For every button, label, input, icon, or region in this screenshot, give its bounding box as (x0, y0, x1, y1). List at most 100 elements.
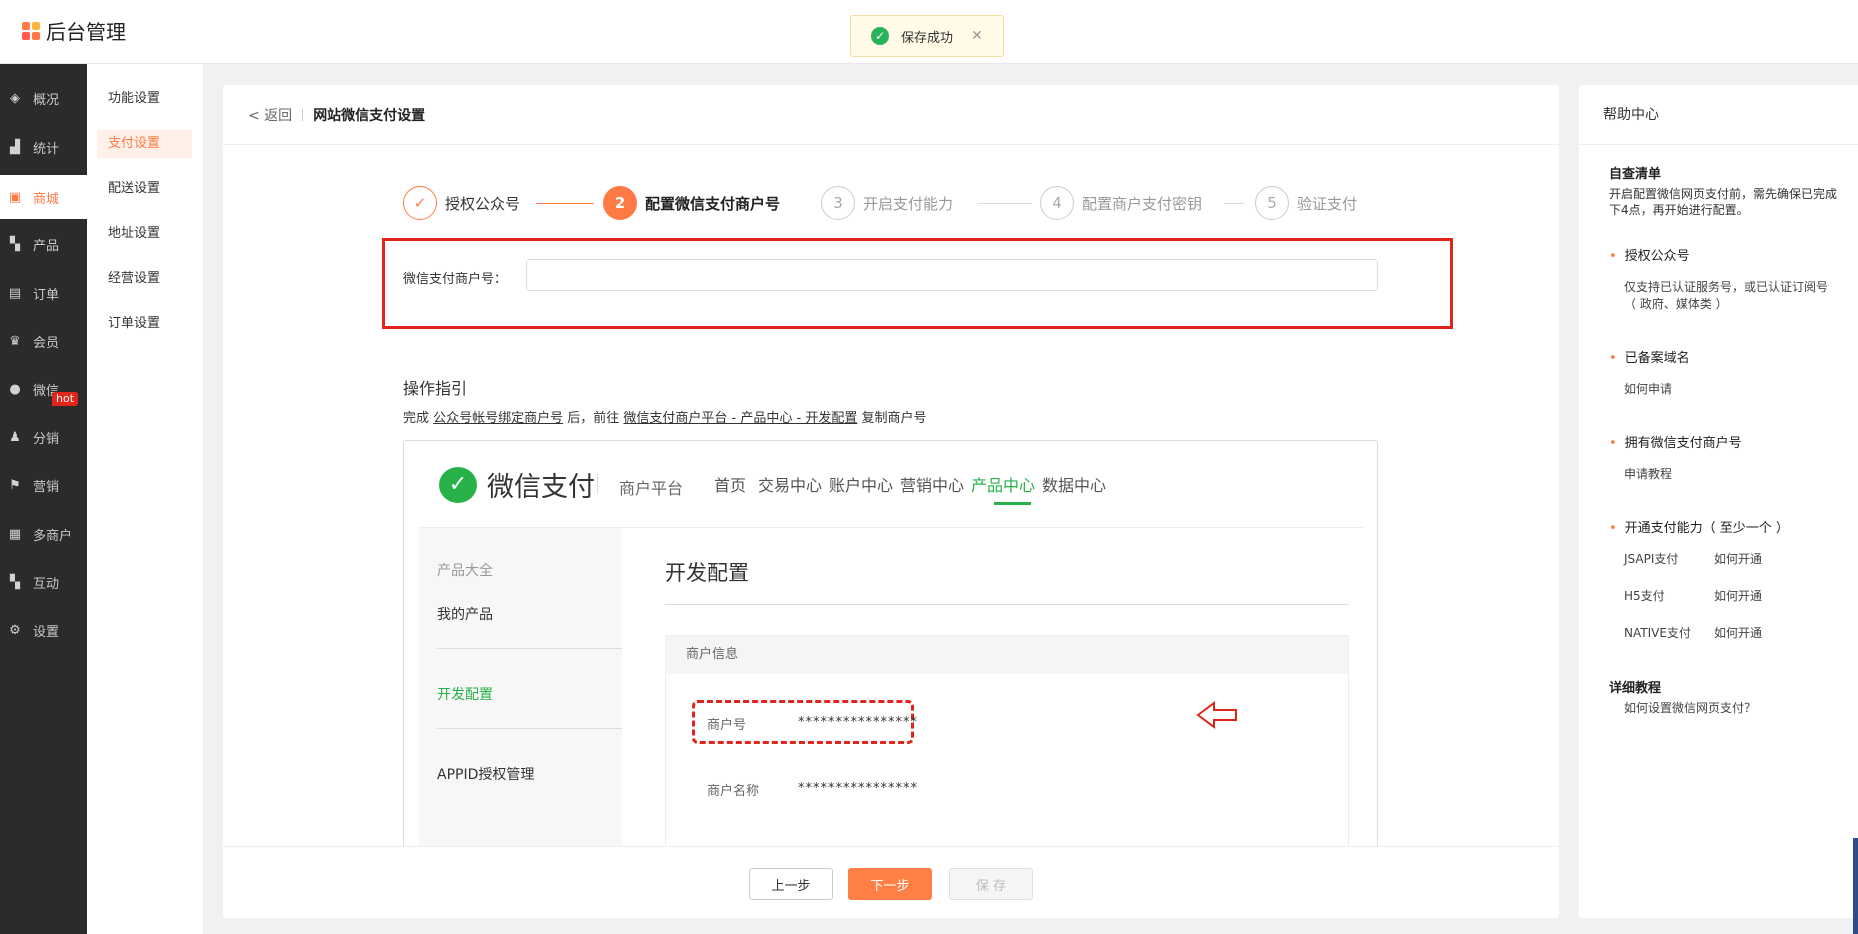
action-footer: 上一步 下一步 保 存 (223, 846, 1559, 918)
order-icon: ▤ (8, 285, 22, 301)
chart-icon: ▟ (10, 139, 20, 155)
preview-menu-item: 产品大全 (437, 563, 493, 579)
guide-title: 操作指引 (403, 379, 468, 398)
checklist-desc: 开启配置微信网页支付前，需先确保已完成 (1609, 187, 1838, 201)
step-number: 5 (1255, 186, 1289, 220)
how-to-enable-link[interactable]: 如何开通 (1714, 624, 1762, 641)
step-label: 开启支付能力 (863, 194, 954, 213)
sidebar-item-distribution[interactable]: ♟ 分销 (0, 417, 87, 457)
step-5[interactable]: 5 验证支付 (1255, 186, 1357, 220)
primary-sidebar: ◈ 概况 ▟ 统计 ▣ 商城 ▚ 产品 ▤ 订单 ♛ 会员 ● 微信 ♟ 分销 ⚑ 营销 ▦ 多商户… (0, 64, 87, 934)
sidebar-item-products[interactable]: ▚ 产品 (0, 224, 87, 264)
subnav-item-function[interactable]: 功能设置 (97, 85, 192, 113)
divider (665, 604, 1349, 605)
page-title: 网站微信支付设置 (313, 107, 426, 124)
next-step-button[interactable]: 下一步 (848, 868, 932, 900)
store-icon: ▣ (8, 189, 22, 205)
how-to-enable-link[interactable]: 如何开通 (1714, 550, 1762, 567)
grid-icon: ▚ (10, 236, 20, 252)
merchant-icon: ▦ (8, 526, 22, 542)
help-item-authorize: 授权公众号 (1609, 245, 1690, 264)
help-title: 帮助中心 (1579, 85, 1858, 145)
preview-nav-marketing: 营销中心 (900, 476, 965, 495)
step-connector (978, 203, 1032, 204)
sidebar-item-interaction[interactable]: ▚ 互动 (0, 562, 87, 602)
help-item-pay-ability: 开通支付能力（ 至少一个 ） (1609, 517, 1789, 536)
sidebar-item-settings[interactable]: ⚙ 设置 (0, 610, 87, 650)
step-number: 2 (603, 186, 637, 220)
subnav-item-business[interactable]: 经营设置 (97, 265, 192, 293)
app-title: 后台管理 (46, 20, 126, 44)
help-item-desc: 仅支持已认证服务号，或已认证订阅号 (1624, 280, 1829, 294)
subnav-item-payment[interactable]: 支付设置 (97, 130, 192, 158)
preview-nav-product: 产品中心 (971, 476, 1036, 495)
close-icon[interactable]: ✕ (971, 28, 983, 44)
top-bar: 后台管理 ✓ 保存成功 ✕ (0, 0, 1858, 64)
sidebar-item-multi-merchant[interactable]: ▦ 多商户 (0, 514, 87, 554)
step-2[interactable]: 2 配置微信支付商户号 (603, 186, 780, 220)
preview-nav-trade: 交易中心 (758, 476, 823, 495)
help-panel: 帮助中心 自查清单 开启配置微信网页支付前，需先确保已完成 下4点，再开始进行配… (1579, 85, 1858, 918)
subnav-item-order[interactable]: 订单设置 (97, 310, 192, 338)
layers-icon: ◈ (10, 90, 20, 106)
sidebar-item-marketing[interactable]: ⚑ 营销 (0, 465, 87, 505)
step-label: 配置商户支付密钥 (1082, 194, 1203, 213)
subnav-item-delivery[interactable]: 配送设置 (97, 175, 192, 203)
step-number: 4 (1040, 186, 1074, 220)
merchant-name-value: **************** (798, 781, 918, 796)
preview-sidebar: 产品大全 我的产品 开发配置 APPID授权管理 (419, 528, 622, 860)
step-label: 配置微信支付商户号 (645, 194, 781, 213)
gear-icon: ⚙ (9, 622, 21, 638)
grid-icon: ▚ (10, 574, 20, 590)
guide-text: 完成 公众号帐号绑定商户号 后，前往 微信支付商户平台 - 产品中心 - 开发配… (403, 411, 927, 426)
step-label: 验证支付 (1297, 194, 1358, 213)
wechat-pay-icon: ✓ (439, 466, 477, 503)
stepper: ✓ 授权公众号 2 配置微信支付商户号 3 开启支付能力 4 配置商户支付密钥 … (403, 186, 1403, 220)
step-label: 授权公众号 (445, 194, 521, 213)
help-item-desc: （ 政府、媒体类 ） (1624, 297, 1728, 311)
merchant-id-label: 商户号 (707, 718, 747, 733)
merchant-name-label: 商户名称 (707, 784, 760, 799)
step-connector (536, 203, 594, 204)
success-toast: ✓ 保存成功 ✕ (850, 15, 1004, 57)
app-logo[interactable]: 后台管理 (22, 16, 126, 45)
preview-menu-item: APPID授权管理 (437, 767, 535, 783)
check-icon: ✓ (403, 186, 437, 220)
apply-tutorial-link[interactable]: 申请教程 (1624, 465, 1672, 482)
sidebar-item-members[interactable]: ♛ 会员 (0, 321, 87, 361)
check-circle-icon: ✓ (871, 27, 889, 45)
prev-step-button[interactable]: 上一步 (749, 868, 833, 900)
preview-nav-home: 首页 (714, 476, 747, 495)
sidebar-item-orders[interactable]: ▤ 订单 (0, 273, 87, 313)
checklist-desc: 下4点，再开始进行配置。 (1609, 203, 1749, 217)
main-card: < 返回 网站微信支付设置 ✓ 授权公众号 2 配置微信支付商户号 3 开启支付… (223, 85, 1559, 918)
how-to-apply-link[interactable]: 如何申请 (1624, 380, 1672, 397)
sidebar-item-store[interactable]: ▣ 商城 (0, 175, 87, 219)
window-edge (1853, 838, 1858, 934)
merchant-id-input[interactable] (526, 259, 1378, 291)
sidebar-item-overview[interactable]: ◈ 概况 (0, 78, 87, 118)
save-button[interactable]: 保 存 (949, 868, 1033, 900)
preview-menu-item: 开发配置 (437, 687, 493, 703)
subnav-item-address[interactable]: 地址设置 (97, 220, 192, 248)
tutorial-link[interactable]: 如何设置微信网页支付？ (1624, 699, 1756, 716)
panel-title: 商户信息 (666, 636, 1348, 674)
preview-nav-data: 数据中心 (1042, 476, 1107, 495)
brand-name: 微信支付 (487, 472, 595, 503)
step-connector (1224, 203, 1244, 204)
help-item-merchant: 拥有微信支付商户号 (1609, 432, 1742, 451)
bind-merchant-link[interactable]: 公众号帐号绑定商户号 (433, 411, 563, 426)
step-3[interactable]: 3 开启支付能力 (821, 186, 953, 220)
tutorial-title: 详细教程 (1609, 681, 1662, 696)
step-number: 3 (821, 186, 855, 220)
flag-icon: ⚑ (9, 477, 21, 493)
wechat-icon: ● (9, 381, 21, 397)
how-to-enable-link[interactable]: 如何开通 (1714, 587, 1762, 604)
logo-icon (22, 21, 40, 40)
back-link[interactable]: < 返回 (248, 105, 292, 125)
step-4[interactable]: 4 配置商户支付密钥 (1040, 186, 1202, 220)
sidebar-item-stats[interactable]: ▟ 统计 (0, 127, 87, 167)
step-1[interactable]: ✓ 授权公众号 (403, 186, 520, 220)
toast-message: 保存成功 (901, 30, 954, 46)
merchant-platform-link[interactable]: 微信支付商户平台 - 产品中心 - 开发配置 (623, 411, 857, 426)
